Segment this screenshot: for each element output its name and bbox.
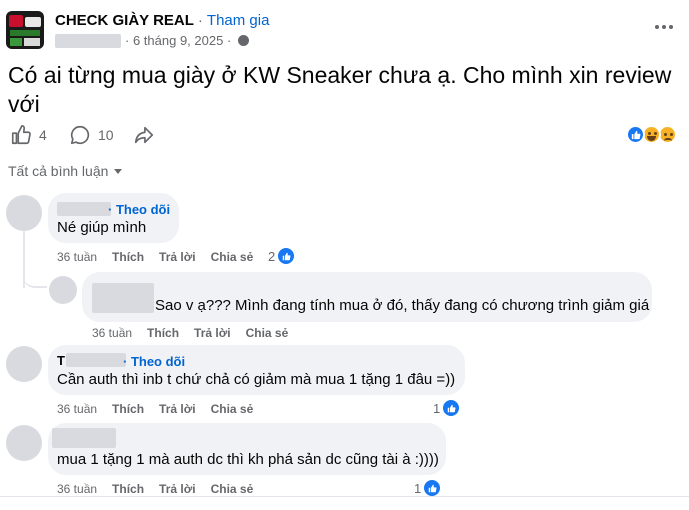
reply-button[interactable]: Trả lời (159, 402, 196, 416)
comment-text: Cần auth thì inb t chứ chả có giảm mà mu… (57, 371, 456, 388)
separator-dot: · (197, 12, 203, 29)
share-icon (134, 126, 154, 144)
like-count: 4 (39, 127, 47, 143)
reaction-count: 1 (433, 400, 441, 416)
divider (0, 496, 689, 497)
comment-actions: 36 tuần Thích Trả lời Chia sẻ (92, 326, 288, 340)
group-name-line: CHECK GIÀY REAL · Tham gia (55, 12, 269, 29)
like-button[interactable]: Thích (112, 402, 144, 416)
comment-count: 10 (98, 127, 114, 143)
reaction-count: 1 (414, 480, 422, 496)
like-button[interactable]: Thích (147, 326, 179, 340)
like-icon (11, 125, 31, 145)
comment-action[interactable]: 10 (69, 124, 114, 146)
commenter-initial[interactable]: T (57, 353, 65, 368)
avatar[interactable] (49, 276, 77, 304)
comment-actions: 36 tuần Thích Trả lời Chia sẻ (57, 250, 253, 264)
comment-reactions[interactable]: 1 (414, 479, 442, 497)
comment-actions: 36 tuần Thích Trả lời Chia sẻ (57, 402, 253, 416)
reply-button[interactable]: Trả lời (194, 326, 231, 340)
avatar[interactable] (6, 425, 42, 461)
reaction-summary[interactable] (626, 125, 682, 145)
caret-down-icon (114, 169, 123, 174)
follow-link[interactable]: · Theo dõi (123, 354, 185, 369)
post-meta: · 6 tháng 9, 2025 · (125, 33, 249, 48)
more-icon[interactable] (652, 20, 676, 34)
share-button[interactable]: Chia sẻ (211, 482, 254, 496)
like-action[interactable]: 4 (10, 124, 47, 146)
like-button[interactable]: Thích (112, 250, 144, 264)
comment-text: mua 1 tặng 1 mà auth dc thì kh phá sản d… (57, 451, 439, 468)
group-name[interactable]: CHECK GIÀY REAL (55, 12, 194, 29)
commenter-name-redacted[interactable] (66, 353, 126, 367)
like-badge-icon (277, 247, 296, 265)
post-date[interactable]: 6 tháng 9, 2025 (133, 33, 223, 48)
comment-time[interactable]: 36 tuần (57, 402, 97, 416)
like-button[interactable]: Thích (112, 482, 144, 496)
follow-link[interactable]: · Theo dõi (108, 202, 170, 217)
commenter-name-redacted[interactable] (92, 283, 154, 313)
share-button[interactable]: Chia sẻ (246, 326, 289, 340)
avatar[interactable] (6, 346, 42, 382)
comment-time[interactable]: 36 tuần (92, 326, 132, 340)
comment-time[interactable]: 36 tuần (57, 250, 97, 264)
comment-time[interactable]: 36 tuần (57, 482, 97, 496)
comment-reactions[interactable]: 1 (433, 399, 461, 417)
author-name-redacted[interactable] (55, 34, 121, 48)
like-reaction-icon (626, 125, 645, 144)
globe-icon (237, 35, 249, 46)
comment-actions: 36 tuần Thích Trả lời Chia sẻ (57, 482, 253, 496)
comment-reactions[interactable]: 2 (268, 247, 296, 265)
commenter-name-redacted[interactable] (57, 202, 111, 216)
share-action[interactable] (133, 124, 155, 146)
commenter-name-redacted[interactable] (52, 428, 116, 448)
like-badge-icon (442, 399, 461, 417)
share-button[interactable]: Chia sẻ (211, 250, 254, 264)
reply-button[interactable]: Trả lời (159, 482, 196, 496)
thread-branch (23, 262, 47, 288)
meta-separator: · (226, 33, 232, 48)
group-avatar[interactable] (6, 11, 44, 49)
avatar[interactable] (6, 195, 42, 231)
comment-text: Né giúp mình (57, 219, 147, 236)
sort-label: Tất cả bình luận (8, 163, 109, 179)
share-button[interactable]: Chia sẻ (211, 402, 254, 416)
meta-separator: · (125, 33, 130, 48)
comment-sort[interactable]: Tất cả bình luận (8, 163, 123, 179)
join-link[interactable]: Tham gia (207, 12, 270, 29)
reaction-count: 2 (268, 248, 276, 264)
comment-text: Sao v ạ??? Mình đang tính mua ở đó, thấy… (155, 297, 650, 314)
post-text: Có ai từng mua giày ở KW Sneaker chưa ạ.… (8, 62, 672, 117)
comment-icon (70, 125, 90, 145)
like-badge-icon (423, 479, 442, 497)
reply-button[interactable]: Trả lời (159, 250, 196, 264)
